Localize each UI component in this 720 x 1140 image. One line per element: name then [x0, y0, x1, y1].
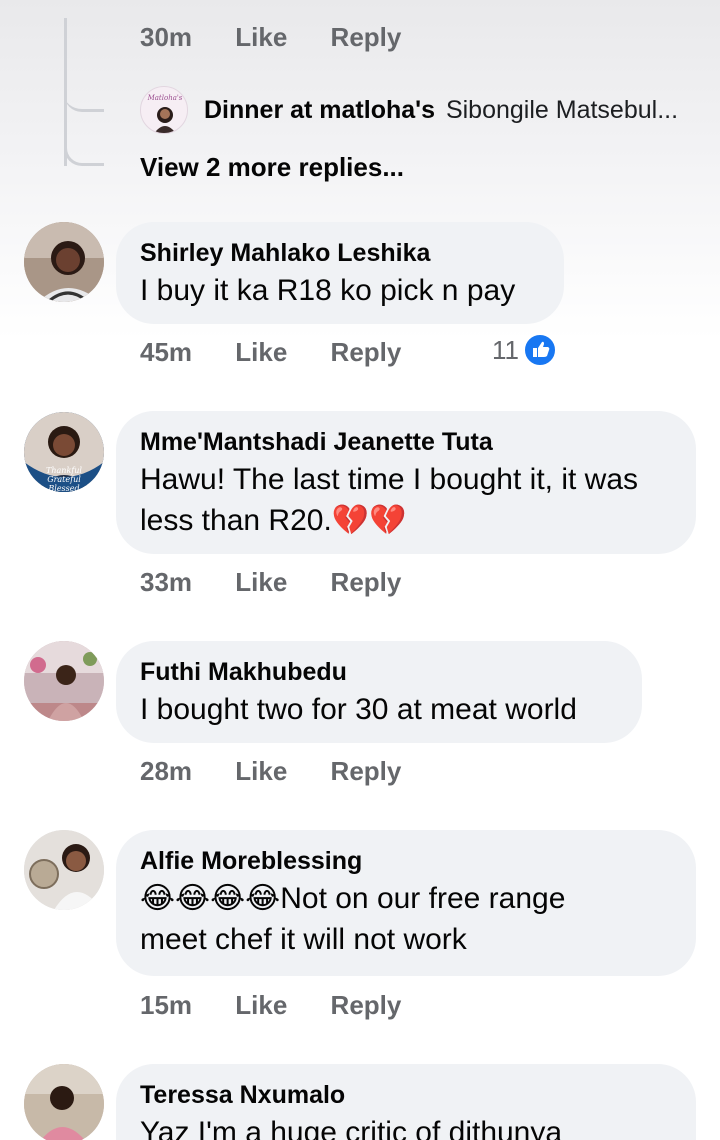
comment-author[interactable]: Shirley Mahlako Leshika	[140, 236, 540, 270]
nested-reply-preview[interactable]: Dinner at matloha's Sibongile Matsebul..…	[204, 96, 678, 125]
thread-connector-hook-2	[64, 120, 104, 166]
comment-text-line-1: 😂😂😂😂Not on our free range	[140, 878, 672, 919]
comment-text: Yaz I'm a huge critic of dithunya	[140, 1116, 563, 1140]
comment-meta: 45m Like Reply	[140, 337, 401, 368]
prev-comment-meta: 30m Like Reply	[140, 22, 401, 53]
avatar[interactable]	[24, 641, 104, 721]
like-button[interactable]: Like	[235, 756, 287, 786]
comment-text: I buy it ka R18 ko pick n pay	[140, 274, 516, 307]
comment-text-line-2: meet chef it will not work	[140, 923, 467, 956]
like-button[interactable]: Like	[235, 22, 287, 52]
avatar[interactable]	[24, 830, 104, 910]
avatar-badge-text: Matloha's	[147, 94, 183, 102]
comment-time: 15m	[140, 990, 193, 1020]
comment-time: 45m	[140, 337, 193, 367]
like-button[interactable]: Like	[235, 337, 287, 367]
comment-text: less than R20.	[140, 504, 332, 537]
user-photo-icon	[24, 641, 104, 721]
reply-button[interactable]: Reply	[331, 990, 402, 1020]
comment-bubble: Shirley Mahlako Leshika I buy it ka R18 …	[116, 222, 564, 324]
avatar[interactable]	[24, 1064, 104, 1140]
comment-author[interactable]: Mme'Mantshadi Jeanette Tuta	[140, 425, 672, 459]
avatar[interactable]: Matloha's	[140, 86, 188, 134]
reply-button[interactable]: Reply	[331, 22, 402, 52]
comment-author[interactable]: Futhi Makhubedu	[140, 655, 618, 689]
like-button[interactable]: Like	[235, 567, 287, 597]
user-photo-icon	[24, 1064, 104, 1140]
comment-meta: 28m Like Reply	[140, 756, 401, 787]
comment-bubble: Mme'Mantshadi Jeanette Tuta Hawu! The la…	[116, 411, 696, 554]
comment-time: 30m	[140, 22, 193, 52]
user-photo-icon	[24, 222, 104, 302]
thread-connector-hook	[64, 60, 104, 112]
reply-preview-text: Sibongile Matsebul...	[445, 96, 679, 124]
comment-meta: 33m Like Reply	[140, 567, 401, 598]
like-button[interactable]: Like	[235, 990, 287, 1020]
comment-text-line-1: Hawu! The last time I bought it, it was	[140, 463, 639, 496]
avatar-caption: Thankful Grateful Blessed	[46, 466, 82, 493]
laughing-tears-icon: 😂😂😂😂	[140, 882, 281, 915]
thumbs-up-icon	[523, 333, 557, 367]
comment-author[interactable]: Teressa Nxumalo	[140, 1078, 672, 1112]
comment-bubble: Teressa Nxumalo Yaz I'm a huge critic of…	[116, 1064, 696, 1140]
reaction-summary[interactable]: 11	[492, 333, 557, 367]
comment-author[interactable]: Alfie Moreblessing	[140, 844, 672, 878]
avatar[interactable]	[24, 222, 104, 302]
comment-text-line-2: less than R20.💔💔	[140, 500, 672, 541]
comment-text: Not on our free range	[280, 882, 566, 915]
view-more-replies[interactable]: View 2 more replies...	[140, 152, 404, 183]
dinner-logo-icon: Matloha's	[147, 94, 183, 133]
comment-meta: 15m Like Reply	[140, 990, 401, 1021]
comment-text: I bought two for 30 at meat world	[140, 693, 577, 726]
comment-bubble: Alfie Moreblessing 😂😂😂😂Not on our free r…	[116, 830, 696, 976]
reply-author: Dinner at matloha's	[204, 96, 435, 124]
comment-bubble: Futhi Makhubedu I bought two for 30 at m…	[116, 641, 642, 743]
comment-time: 28m	[140, 756, 193, 786]
comment-time: 33m	[140, 567, 193, 597]
reaction-count: 11	[492, 334, 519, 365]
broken-heart-icon: 💔💔	[331, 504, 407, 537]
user-photo-icon	[24, 830, 104, 910]
reply-button[interactable]: Reply	[331, 756, 402, 786]
reply-button[interactable]: Reply	[331, 337, 402, 367]
reply-button[interactable]: Reply	[331, 567, 402, 597]
